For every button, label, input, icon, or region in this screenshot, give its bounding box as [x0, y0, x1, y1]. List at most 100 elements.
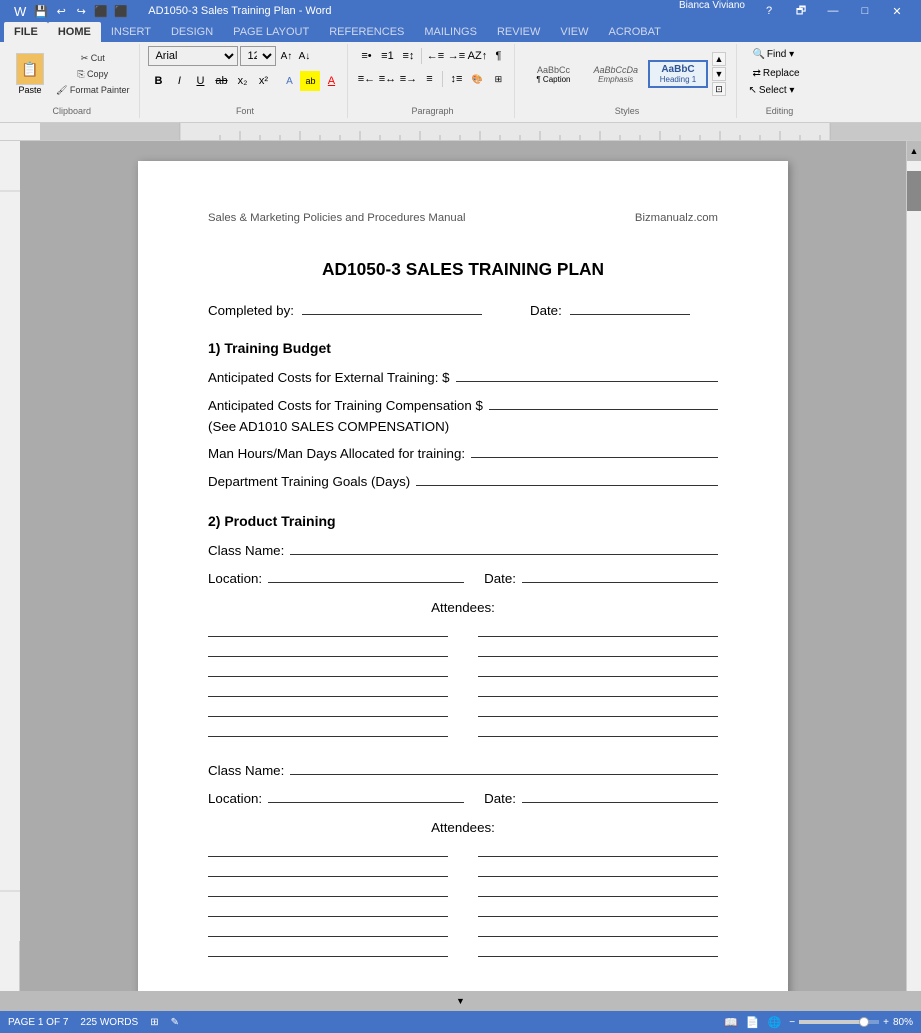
zoom-slider[interactable]: [799, 1020, 879, 1024]
justify-button[interactable]: ≡: [419, 69, 439, 89]
decrease-indent-button[interactable]: ←≡: [425, 46, 445, 66]
style-heading1[interactable]: AaBbC Heading 1: [648, 60, 708, 88]
tab-view[interactable]: VIEW: [550, 22, 598, 42]
class1-name-label: Class Name:: [208, 542, 284, 561]
show-formatting-button[interactable]: ¶: [488, 46, 508, 66]
font-format-row: B I U ab x₂ x² A ab A: [148, 71, 341, 91]
numbering-button[interactable]: ≡1: [377, 46, 397, 66]
status-bar-right: 📖 📄 🌐 − + 80%: [724, 1016, 913, 1029]
window-controls: Bianca Viviano ? 🗗 — □ ✕: [679, 0, 913, 22]
strikethrough-button[interactable]: ab: [211, 71, 231, 91]
vertical-scrollbar[interactable]: ▲ ▼: [906, 141, 921, 1011]
section2-title: Product Training: [224, 513, 335, 529]
decrease-font-button[interactable]: A↓: [296, 48, 312, 64]
help-button[interactable]: ?: [753, 0, 785, 22]
scroll-up-button[interactable]: ▲: [907, 141, 921, 161]
close-button[interactable]: ✕: [881, 0, 913, 22]
restore-button[interactable]: 🗗: [785, 0, 817, 22]
web-layout-button[interactable]: 🌐: [768, 1016, 782, 1029]
borders-button[interactable]: ⊞: [488, 69, 508, 89]
superscript-button[interactable]: x²: [253, 71, 273, 91]
qa-extra1-button[interactable]: ⬛: [92, 2, 110, 20]
qa-extra2-button[interactable]: ⬛: [112, 2, 130, 20]
ribbon: FILE HOME INSERT DESIGN PAGE LAYOUT REFE…: [0, 22, 921, 123]
vertical-ruler: [0, 141, 20, 1011]
bullets-button[interactable]: ≡•: [356, 46, 376, 66]
align-left-button[interactable]: ≡←: [356, 69, 376, 89]
text-effects-button[interactable]: A: [279, 71, 299, 91]
tab-mailings[interactable]: MAILINGS: [414, 22, 487, 42]
style-emphasis[interactable]: AaBbCcDa Emphasis: [585, 61, 646, 88]
styles-more[interactable]: ⊡: [712, 82, 726, 96]
attendee-line: [478, 923, 718, 937]
page-info: PAGE 1 OF 7: [8, 1017, 68, 1028]
increase-font-button[interactable]: A↑: [278, 48, 294, 64]
zoom-thumb[interactable]: [859, 1017, 869, 1027]
find-button[interactable]: 🔍 Find ▾: [745, 46, 801, 63]
underline-button[interactable]: U: [190, 71, 210, 91]
align-buttons: ≡← ≡↔ ≡→ ≡ ↕≡ 🎨 ⊞: [356, 69, 508, 89]
attendee-line: [208, 923, 448, 937]
styles-scroll-down[interactable]: ▼: [712, 67, 726, 81]
save-button[interactable]: 💾: [32, 2, 50, 20]
attendee-line: [478, 703, 718, 717]
font-name-select[interactable]: Arial: [148, 46, 238, 66]
font-color-button[interactable]: A: [321, 71, 341, 91]
attendee-line: [478, 903, 718, 917]
zoom-control: − + 80%: [789, 1017, 913, 1028]
para-divider1: [421, 48, 422, 64]
caption-label: ¶ Caption: [531, 75, 575, 84]
attendee-line: [478, 663, 718, 677]
tab-references[interactable]: REFERENCES: [319, 22, 414, 42]
class2-attendees-col2: [478, 843, 718, 957]
undo-button[interactable]: ↩: [52, 2, 70, 20]
tab-home[interactable]: HOME: [48, 22, 101, 42]
styles-scroll-up[interactable]: ▲: [712, 52, 726, 66]
increase-indent-button[interactable]: →≡: [446, 46, 466, 66]
bold-button[interactable]: B: [148, 71, 168, 91]
vertical-ruler-svg: [0, 141, 20, 941]
multilevel-list-button[interactable]: ≡↕: [398, 46, 418, 66]
class1-date-label: Date:: [484, 570, 516, 589]
comp-training-label: Anticipated Costs for Training Compensat…: [208, 397, 483, 416]
minimize-button[interactable]: —: [817, 0, 849, 22]
tab-insert[interactable]: INSERT: [101, 22, 161, 42]
align-center-button[interactable]: ≡↔: [377, 69, 397, 89]
replace-button[interactable]: ⇄ Replace: [745, 65, 806, 82]
scroll-thumb[interactable]: [907, 171, 921, 211]
select-dropdown[interactable]: ↖ Select ▾: [745, 84, 797, 97]
sort-button[interactable]: AZ↑: [467, 46, 487, 66]
cut-button[interactable]: ✂ Cut: [52, 51, 133, 66]
highlight-button[interactable]: ab: [300, 71, 320, 91]
class2-attendees-label: Attendees:: [208, 819, 718, 838]
line-spacing-button[interactable]: ↕≡: [446, 69, 466, 89]
paste-button[interactable]: 📋 Paste: [10, 48, 50, 100]
class1-location-label: Location:: [208, 570, 262, 589]
tab-page-layout[interactable]: PAGE LAYOUT: [223, 22, 319, 42]
font-size-select[interactable]: 12: [240, 46, 276, 66]
copy-button[interactable]: ⎘ Copy: [52, 67, 133, 82]
scroll-down-button[interactable]: ▼: [0, 991, 921, 1011]
subscript-button[interactable]: x₂: [232, 71, 252, 91]
tab-file[interactable]: FILE: [4, 22, 48, 42]
read-mode-button[interactable]: 📖: [724, 1016, 738, 1029]
document: Sales & Marketing Policies and Procedure…: [138, 161, 788, 1011]
italic-button[interactable]: I: [169, 71, 189, 91]
zoom-level: 80%: [893, 1017, 913, 1028]
section2-number: 2): [208, 513, 224, 529]
align-right-button[interactable]: ≡→: [398, 69, 418, 89]
tab-design[interactable]: DESIGN: [161, 22, 223, 42]
shading-button[interactable]: 🎨: [467, 69, 487, 89]
style-caption[interactable]: AaBbCc ¶ Caption: [523, 61, 583, 88]
class2-attendees: Attendees:: [208, 819, 718, 958]
tab-acrobat[interactable]: ACROBAT: [598, 22, 670, 42]
redo-button[interactable]: ↪: [72, 2, 90, 20]
user-name: Bianca Viviano: [679, 0, 745, 22]
print-layout-button[interactable]: 📄: [746, 1016, 760, 1029]
format-painter-button[interactable]: 🖌 Format Painter: [52, 83, 133, 98]
date-label-top: Date:: [530, 302, 562, 321]
font-group: Arial 12 A↑ A↓ B I U ab x₂ x²: [142, 44, 348, 118]
maximize-button[interactable]: □: [849, 0, 881, 22]
zoom-in-icon: +: [883, 1017, 889, 1028]
tab-review[interactable]: REVIEW: [487, 22, 550, 42]
